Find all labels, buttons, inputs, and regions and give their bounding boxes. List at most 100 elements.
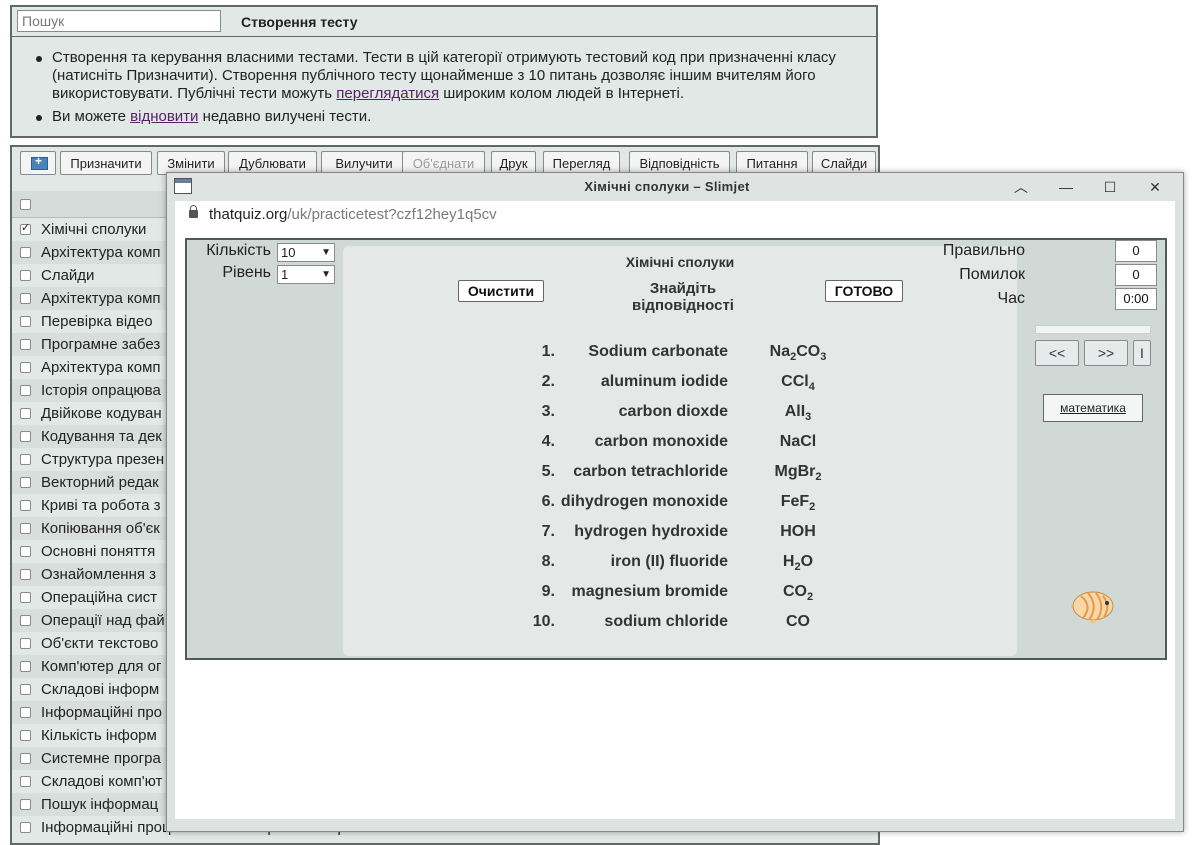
compound-formula[interactable]: H2O	[768, 553, 828, 573]
new-folder-button[interactable]	[20, 151, 56, 175]
maximize-icon[interactable]: ☐	[1099, 177, 1121, 197]
row-checkbox[interactable]	[20, 247, 31, 258]
row-checkbox[interactable]	[20, 661, 31, 672]
compound-name[interactable]: dihydrogen monoxide	[561, 493, 728, 511]
question-row: 10. sodium chloride CO	[343, 613, 1017, 643]
test-name[interactable]: Архітектура комп	[41, 244, 161, 261]
formula-part: CO	[796, 343, 821, 360]
compound-formula[interactable]: CO	[768, 613, 828, 631]
compound-formula[interactable]: NaCl	[768, 433, 828, 451]
test-name[interactable]: Криві та робота з	[41, 497, 161, 514]
compound-name[interactable]: aluminum iodide	[601, 373, 728, 391]
compound-formula[interactable]: MgBr2	[768, 463, 828, 483]
assign-button[interactable]: Призначити	[60, 151, 152, 175]
info-text: недавно вилучені тести.	[198, 108, 372, 125]
compound-name[interactable]: iron (II) fluoride	[611, 553, 728, 571]
compound-name[interactable]: carbon tetrachloride	[573, 463, 728, 481]
test-name[interactable]: Кодування та дек	[41, 428, 162, 445]
test-name[interactable]: Програмне забез	[41, 336, 160, 353]
test-name[interactable]: Основні поняття	[41, 543, 155, 560]
row-checkbox[interactable]	[20, 316, 31, 327]
test-name[interactable]: Двійкове кодуван	[41, 405, 162, 422]
minimize-icon[interactable]: —	[1055, 177, 1077, 197]
url-text[interactable]: thatquiz.org/uk/practicetest?czf12hey1q5…	[209, 206, 497, 223]
select-all-checkbox[interactable]	[20, 199, 31, 210]
row-checkbox[interactable]	[20, 546, 31, 557]
row-checkbox[interactable]	[20, 385, 31, 396]
prev-button[interactable]: <<	[1035, 340, 1079, 366]
row-checkbox[interactable]	[20, 822, 31, 833]
test-name[interactable]: Пошук інформац	[41, 796, 158, 813]
math-button[interactable]: математика	[1043, 394, 1143, 422]
row-checkbox[interactable]	[20, 362, 31, 373]
row-checkbox[interactable]	[20, 523, 31, 534]
compound-formula[interactable]: FeF2	[768, 493, 828, 513]
clear-button[interactable]: Очистити	[458, 280, 544, 302]
test-name[interactable]: Векторний редак	[41, 474, 159, 491]
row-checkbox[interactable]	[20, 500, 31, 511]
row-checkbox[interactable]	[20, 592, 31, 603]
row-checkbox[interactable]	[20, 221, 31, 235]
test-name[interactable]: Системне програ	[41, 750, 161, 767]
done-button[interactable]: ГОТОВО	[825, 280, 903, 302]
row-checkbox[interactable]	[20, 638, 31, 649]
next-button[interactable]: >>	[1084, 340, 1128, 366]
test-name[interactable]: Історія опрацюва	[41, 382, 161, 399]
compound-name[interactable]: magnesium bromide	[572, 583, 728, 601]
row-checkbox[interactable]	[20, 615, 31, 626]
compound-formula[interactable]: CCl4	[768, 373, 828, 393]
row-checkbox[interactable]	[20, 707, 31, 718]
view-public-link[interactable]: переглядатися	[336, 85, 439, 102]
compound-formula[interactable]: CO2	[768, 583, 828, 603]
compound-name[interactable]: carbon dioxde	[619, 403, 728, 421]
new-folder-icon	[31, 154, 48, 170]
close-icon[interactable]: ✕	[1144, 177, 1166, 197]
row-checkbox[interactable]	[20, 753, 31, 764]
test-name[interactable]: Хімічні сполуки	[41, 221, 146, 238]
row-checkbox[interactable]	[20, 684, 31, 695]
test-name[interactable]: Слайди	[41, 267, 94, 284]
row-checkbox[interactable]	[20, 431, 31, 442]
test-name[interactable]: Інформаційні про	[41, 704, 162, 721]
row-checkbox[interactable]	[20, 408, 31, 419]
row-checkbox[interactable]	[20, 799, 31, 810]
row-checkbox[interactable]	[20, 270, 31, 281]
compound-formula[interactable]: Na2CO3	[768, 343, 828, 363]
address-bar[interactable]: thatquiz.org/uk/practicetest?czf12hey1q5…	[175, 201, 1175, 229]
row-checkbox[interactable]	[20, 339, 31, 350]
test-name[interactable]: Складові інформ	[41, 681, 159, 698]
compound-name[interactable]: carbon monoxide	[595, 433, 728, 451]
test-name[interactable]: Кількість інформ	[41, 727, 157, 744]
search-input[interactable]	[17, 10, 221, 32]
compound-name[interactable]: sodium chloride	[604, 613, 728, 631]
compound-formula[interactable]: AlI3	[768, 403, 828, 423]
test-name[interactable]: Комп'ютер для ог	[41, 658, 161, 675]
restore-link[interactable]: відновити	[130, 108, 198, 125]
test-name[interactable]: Копіювання об'єк	[41, 520, 160, 537]
row-checkbox[interactable]	[20, 730, 31, 741]
row-checkbox[interactable]	[20, 569, 31, 580]
test-name[interactable]: Ознайомлення з	[41, 566, 156, 583]
compound-name[interactable]: Sodium carbonate	[588, 343, 728, 361]
row-checkbox[interactable]	[20, 477, 31, 488]
pause-button[interactable]: I	[1133, 340, 1151, 366]
test-name[interactable]: Операції над фай	[41, 612, 165, 629]
test-name[interactable]: Перевірка відео	[41, 313, 153, 330]
compound-name[interactable]: hydrogen hydroxide	[574, 523, 728, 541]
chevron-up-icon[interactable]: ︿	[1010, 177, 1032, 197]
test-name[interactable]: Структура презен	[41, 451, 164, 468]
info-text: Ви можете	[52, 108, 131, 125]
compound-formula[interactable]: HOH	[768, 523, 828, 541]
row-checkbox[interactable]	[20, 776, 31, 787]
count-select[interactable]: 10 ▼	[277, 243, 335, 262]
window-titlebar[interactable]: Хімічні сполуки – Slimjet ︿ — ☐ ✕	[167, 173, 1183, 201]
row-checkbox[interactable]	[20, 293, 31, 304]
test-name[interactable]: Архітектура комп	[41, 359, 161, 376]
test-name[interactable]: Складові комп'ют	[41, 773, 162, 790]
test-name[interactable]: Архітектура комп	[41, 290, 161, 307]
row-checkbox[interactable]	[20, 454, 31, 465]
test-name[interactable]: Операційна сист	[41, 589, 157, 606]
test-name[interactable]: Об'єкти текстово	[41, 635, 158, 652]
level-select[interactable]: 1 ▼	[277, 265, 335, 284]
quiz-title: Хімічні сполуки	[625, 254, 735, 270]
